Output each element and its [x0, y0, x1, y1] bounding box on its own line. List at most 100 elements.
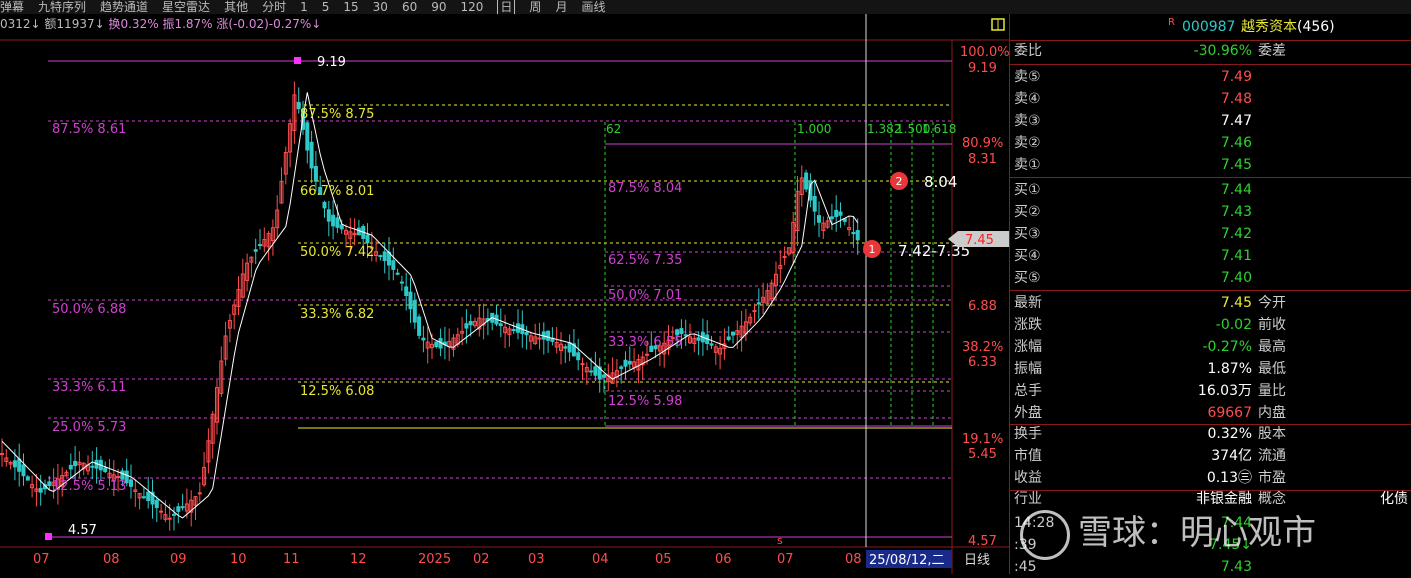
quote-row: 买① 7.44 [1014, 182, 1252, 198]
candle-body [645, 353, 649, 356]
current-price-tag: 7.45 [948, 231, 1009, 248]
candle-body [116, 476, 121, 479]
candle-body [851, 231, 856, 235]
candle-body [855, 230, 860, 241]
candle-body [619, 366, 624, 369]
month-label: 12 [350, 552, 367, 567]
quote-row: 卖① 7.45 [1014, 157, 1252, 173]
candle-body [404, 286, 409, 296]
target-badge-2-num: 2 [896, 175, 903, 188]
axis-price: 5.45 [968, 447, 997, 462]
candle-body [395, 272, 400, 275]
fib-mid-label: 87.5% 8.75 [300, 107, 374, 122]
axis-price: 6.88 [968, 299, 997, 314]
candle-body [120, 470, 125, 480]
candle-body [90, 465, 95, 468]
candle-body [683, 334, 688, 337]
candle-body [399, 281, 404, 284]
badge-r: R [1168, 17, 1175, 28]
fib-right-label: 12.5% 5.98 [608, 394, 682, 409]
axis-pct: 19.1% [962, 432, 1003, 447]
candle-body [172, 513, 176, 516]
candle-body [593, 366, 598, 376]
quote-row: 买③ 7.42 [1014, 226, 1252, 242]
candle-body [412, 300, 417, 323]
xueqiu-logo-icon [1020, 509, 1070, 560]
candle-body [834, 209, 839, 217]
svg-text:7.45: 7.45 [965, 233, 994, 248]
fib-mid-label: 33.3% 6.82 [300, 307, 374, 322]
candle-body [782, 256, 787, 259]
month-label: 08 [845, 552, 862, 567]
candle-body [576, 352, 581, 361]
candle-body [103, 467, 108, 473]
period-label[interactable]: 日线 [964, 553, 990, 568]
axis-pct: 100.0% [960, 45, 1009, 60]
month-label: 02 [473, 552, 490, 567]
candle-body [589, 370, 594, 373]
candle-body [817, 215, 821, 223]
candle-body [752, 310, 757, 313]
date-cursor: 25/08/12,二 [869, 553, 945, 568]
candle-body [838, 211, 843, 216]
quote-row: 市值 374亿 流通 [1014, 448, 1286, 464]
candle-body [129, 479, 133, 487]
quote-row: 卖⑤ 7.49 [1014, 69, 1252, 85]
candle-body [627, 360, 632, 365]
stock-name: 越秀资本 [1241, 19, 1297, 35]
weibi-row: 委比 -30.96% 委差 [1014, 43, 1286, 59]
candle-body [322, 201, 327, 209]
axis-pct: 80.9% [962, 136, 1003, 151]
fib-left-label: 25.0% 5.73 [52, 420, 126, 435]
candle-body [73, 460, 78, 467]
fib-time-label: 1.618 [922, 122, 956, 136]
candle-body [537, 337, 542, 340]
candle-body [726, 336, 731, 340]
candle-body [731, 331, 735, 336]
fib-left-label: 12.5% 5.13 [52, 479, 126, 494]
quote-row: 买⑤ 7.40 [1014, 270, 1252, 286]
candle-body [68, 464, 73, 470]
candle-body [464, 323, 469, 329]
candle-body [421, 337, 426, 341]
quote-row: 卖④ 7.48 [1014, 91, 1252, 107]
candle-body [696, 337, 701, 341]
candle-body [159, 510, 164, 513]
stock-code: 000987 [1182, 19, 1236, 35]
candle-body [197, 492, 202, 495]
month-label: 09 [170, 552, 187, 567]
candle-body [305, 122, 310, 151]
candle-body [378, 255, 383, 258]
candle-body [17, 458, 22, 472]
candle-body [21, 464, 26, 477]
month-label: 04 [592, 552, 609, 567]
fib-mid-label: 66.7% 8.01 [300, 184, 374, 199]
candle-body [602, 374, 606, 378]
month-label: 05 [655, 552, 672, 567]
candle-body [25, 476, 30, 481]
watermark: 雪球：明心观市 [1020, 505, 1316, 560]
candle-body [623, 359, 628, 367]
candle-body [804, 172, 809, 190]
candle-body [47, 481, 52, 487]
candle-body [313, 165, 318, 182]
candle-body [511, 329, 516, 332]
axis-price: 4.57 [968, 534, 997, 549]
month-label: 07 [777, 552, 794, 567]
candle-body [382, 251, 387, 262]
quote-row: 振幅 1.87% 最低 [1014, 361, 1286, 377]
quote-row: 收益 0.13㊂ 市盈 [1014, 470, 1286, 486]
candle-body [154, 499, 159, 509]
fib-right-label: 50.0% 7.01 [608, 288, 682, 303]
month-label: 07 [33, 552, 50, 567]
fib-time-label: 1.000 [797, 122, 831, 136]
candle-body [309, 141, 314, 169]
candlestick-chart[interactable]: 9.19 4.57 87.5% 8.61 50.0% 6.88 33.3% 6.… [0, 0, 1009, 574]
month-label: 2025 [418, 552, 451, 567]
quote-row: 涨跌 -0.02 前收 [1014, 317, 1286, 333]
candle-body [339, 224, 344, 230]
low-label: 4.57 [68, 523, 97, 538]
candle-body [365, 234, 370, 244]
candle-body [12, 460, 17, 468]
target-badge-1-num: 1 [869, 243, 876, 256]
